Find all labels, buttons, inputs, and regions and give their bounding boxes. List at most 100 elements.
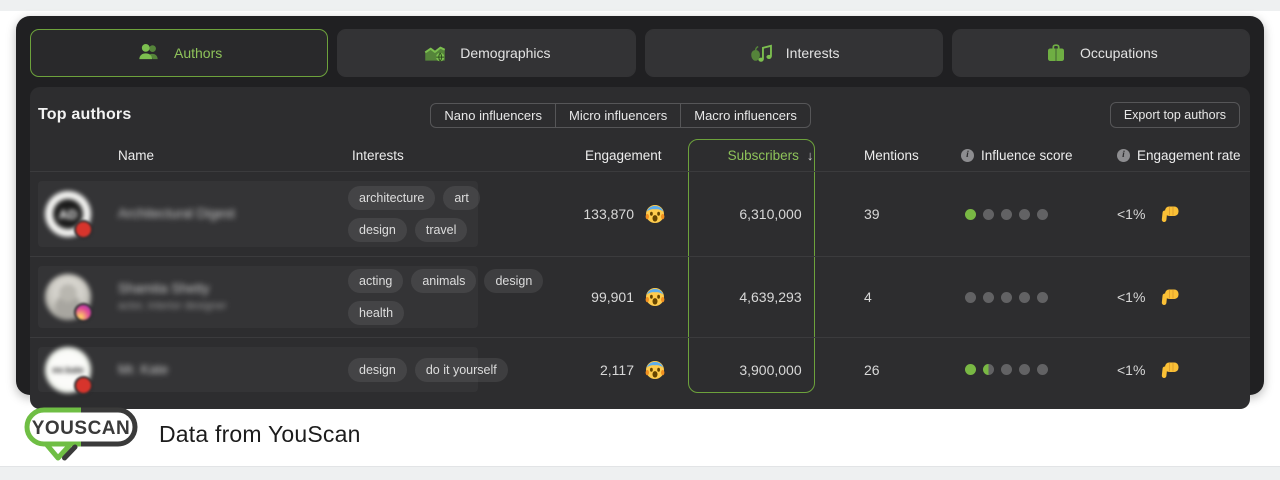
authors-icon <box>136 40 162 66</box>
tab-bar: Authors Demographics <box>30 29 1250 77</box>
tab-occupations-label: Occupations <box>1080 45 1158 61</box>
author-name[interactable]: Mr. Kate <box>118 360 348 380</box>
engagement-rate-value: <1% <box>1117 289 1145 305</box>
tab-interests-label: Interests <box>786 45 840 61</box>
influence-dot-on <box>965 209 976 220</box>
thumbs-down-emoji <box>1160 204 1180 224</box>
engagement-rate-value: <1% <box>1117 362 1145 378</box>
engagement-value: 133,870 <box>558 206 634 222</box>
influence-dot-off <box>1001 292 1012 303</box>
subscribers-value: 3,900,000 <box>739 362 801 378</box>
page-top-margin <box>0 0 1280 11</box>
col-header-mentions[interactable]: Mentions <box>833 148 929 163</box>
interest-tag[interactable]: design <box>348 218 407 242</box>
thumbs-down-emoji <box>1160 360 1180 380</box>
info-icon: i <box>961 149 974 162</box>
influence-dot-off <box>983 292 994 303</box>
engagement-value: 2,117 <box>558 362 634 378</box>
attribution: YOUSCAN Data from YouScan <box>18 406 361 462</box>
filter-nano-influencers[interactable]: Nano influencers <box>430 103 556 128</box>
influence-dot-half <box>983 364 994 375</box>
interest-tag[interactable]: travel <box>415 218 468 242</box>
author-name[interactable]: Shamita Shetty <box>118 279 348 299</box>
author-row[interactable]: AD Architectural Digest architecture art… <box>30 171 1250 256</box>
col-header-interests[interactable]: Interests <box>348 148 558 163</box>
mentions-value: 4 <box>833 289 929 305</box>
instagram-badge-icon <box>74 303 93 322</box>
top-authors-widget: Authors Demographics <box>16 16 1264 395</box>
table-header-row: Name Interests Engagement Subscribers ↓ … <box>30 139 1250 171</box>
scream-emoji <box>645 287 665 307</box>
interest-tag[interactable]: design <box>348 358 407 382</box>
col-header-name[interactable]: Name <box>30 148 348 163</box>
panel-title: Top authors <box>38 106 131 124</box>
influence-dot-off <box>983 209 994 220</box>
attribution-text: Data from YouScan <box>159 421 361 448</box>
interest-tag[interactable]: design <box>484 269 543 293</box>
sort-desc-icon: ↓ <box>807 148 814 163</box>
col-header-subscribers[interactable]: Subscribers ↓ <box>728 148 814 163</box>
interests-icon <box>748 40 774 66</box>
avatar[interactable]: AD <box>45 191 91 237</box>
influence-dot-off <box>1019 292 1030 303</box>
page-bottom-margin <box>0 466 1280 480</box>
influence-dot-off <box>1019 209 1030 220</box>
influence-dot-off <box>1037 292 1048 303</box>
interest-tag[interactable]: do it yourself <box>415 358 508 382</box>
influence-score-dots <box>929 209 1079 220</box>
tab-occupations[interactable]: Occupations <box>952 29 1250 77</box>
col-header-engagement-rate[interactable]: i Engagement rate <box>1079 148 1250 163</box>
interest-tags: design do it yourself <box>348 358 558 382</box>
influence-score-dots <box>929 364 1079 375</box>
author-row[interactable]: Shamita Shetty actor, interior designer … <box>30 256 1250 337</box>
filter-micro-influencers[interactable]: Micro influencers <box>555 103 681 128</box>
demographics-icon <box>422 40 448 66</box>
avatar[interactable] <box>45 274 91 320</box>
panel-header: Top authors Nano influencers Micro influ… <box>30 97 1250 133</box>
influence-dot-off <box>1019 364 1030 375</box>
youscan-logo-text: YOUSCAN <box>32 418 131 439</box>
influence-dot-off <box>1001 209 1012 220</box>
influence-dot-off <box>1001 364 1012 375</box>
pinterest-badge-icon <box>74 220 93 239</box>
influencer-filter: Nano influencers Micro influencers Macro… <box>430 103 810 128</box>
influence-dot-off <box>1037 364 1048 375</box>
occupations-icon <box>1044 41 1068 65</box>
author-name[interactable]: Architectural Digest <box>118 204 348 224</box>
subscribers-value: 6,310,000 <box>739 206 801 222</box>
tab-demographics-label: Demographics <box>460 45 550 61</box>
tab-demographics[interactable]: Demographics <box>337 29 635 77</box>
pinterest-badge-icon <box>74 376 93 395</box>
author-subtitle: actor, interior designer <box>118 299 348 315</box>
interest-tag[interactable]: animals <box>411 269 476 293</box>
tab-interests[interactable]: Interests <box>645 29 943 77</box>
author-row[interactable]: mr.kate Mr. Kate design do it yourself 2… <box>30 337 1250 401</box>
export-top-authors-button[interactable]: Export top authors <box>1110 102 1240 128</box>
influence-dot-off <box>965 292 976 303</box>
thumbs-down-emoji <box>1160 287 1180 307</box>
interest-tag[interactable]: health <box>348 301 404 325</box>
filter-macro-influencers[interactable]: Macro influencers <box>680 103 811 128</box>
influence-dot-on <box>965 364 976 375</box>
avatar[interactable]: mr.kate <box>45 347 91 393</box>
youscan-logo: YOUSCAN <box>18 406 144 462</box>
top-authors-panel: Top authors Nano influencers Micro influ… <box>30 87 1250 409</box>
interest-tag[interactable]: acting <box>348 269 403 293</box>
scream-emoji <box>645 204 665 224</box>
subscribers-value: 4,639,293 <box>739 289 801 305</box>
engagement-value: 99,901 <box>558 289 634 305</box>
authors-table: Name Interests Engagement Subscribers ↓ … <box>30 139 1250 401</box>
interest-tags: architecture art design travel <box>348 186 558 242</box>
info-icon: i <box>1117 149 1130 162</box>
scream-emoji <box>645 360 665 380</box>
interest-tag[interactable]: architecture <box>348 186 435 210</box>
col-header-engagement[interactable]: Engagement <box>558 148 708 163</box>
engagement-rate-value: <1% <box>1117 206 1145 222</box>
influence-dot-off <box>1037 209 1048 220</box>
interest-tag[interactable]: art <box>443 186 480 210</box>
tab-authors[interactable]: Authors <box>30 29 328 77</box>
col-header-influence-score[interactable]: i Influence score <box>929 148 1079 163</box>
tab-authors-label: Authors <box>174 45 222 61</box>
interest-tags: acting animals design health <box>348 269 558 325</box>
influence-score-dots <box>929 292 1079 303</box>
